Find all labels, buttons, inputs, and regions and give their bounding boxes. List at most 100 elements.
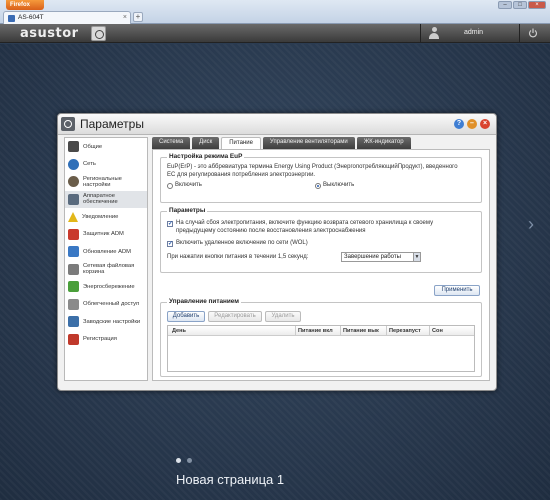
apply-button[interactable]: Применить bbox=[434, 285, 480, 296]
col-sleep[interactable]: Сон bbox=[432, 328, 443, 334]
eup-disable-radio[interactable] bbox=[315, 183, 321, 189]
delete-schedule-button[interactable]: Удалить bbox=[265, 311, 301, 322]
column-divider bbox=[295, 326, 296, 336]
sidebar-item[interactable]: Облегченный доступ bbox=[65, 296, 147, 314]
sidebar-item[interactable]: Энергосбережение bbox=[65, 278, 147, 296]
sidebar-item[interactable]: Сетевая файловая корзина bbox=[65, 261, 147, 279]
column-divider bbox=[386, 326, 387, 336]
chevron-down-icon: ▼ bbox=[413, 253, 420, 261]
browser-tab[interactable]: AS-604T × bbox=[3, 11, 131, 24]
power-schedule-group: Управление питанием Добавить Редактирова… bbox=[160, 298, 482, 377]
window-titlebar[interactable]: Параметры ? – × bbox=[58, 114, 496, 135]
eup-group: Настройка режима EuP EuP(ErP) - это аббр… bbox=[160, 153, 482, 203]
tab-close-icon[interactable]: × bbox=[123, 12, 127, 24]
sidebar-item[interactable]: Сеть bbox=[65, 156, 147, 174]
sidebar-item[interactable]: Общие bbox=[65, 138, 147, 156]
sidebar-item[interactable]: Уведомление bbox=[65, 208, 147, 226]
browser-tab-title: AS-604T bbox=[18, 14, 44, 21]
power-restore-checkbox[interactable]: ✓ bbox=[167, 221, 173, 227]
sidebar-item-label: Уведомление bbox=[82, 213, 119, 220]
sidebar-item-label: Заводские настройки bbox=[83, 318, 141, 325]
window-controls: – □ × bbox=[498, 1, 546, 9]
eup-description: EuP(ErP) - это аббревиатура термина Ener… bbox=[167, 164, 458, 178]
params-group: Параметры ✓ На случай сбоя электропитани… bbox=[160, 207, 482, 273]
page-dot[interactable] bbox=[187, 458, 192, 463]
sidebar-item[interactable]: Защитник ADM bbox=[65, 226, 147, 244]
col-restart[interactable]: Перезапуст bbox=[389, 328, 421, 334]
minimize-window-button[interactable]: – bbox=[467, 119, 477, 129]
col-day[interactable]: День bbox=[172, 328, 186, 334]
next-page-arrow-icon[interactable]: › bbox=[528, 214, 534, 235]
new-tab-button[interactable]: + bbox=[133, 12, 143, 22]
tab[interactable]: Управление вентиляторами bbox=[262, 137, 355, 149]
eup-enable-radio[interactable] bbox=[167, 183, 173, 189]
adm-top-bar: asustor admin bbox=[0, 24, 550, 43]
window-title: Параметры bbox=[80, 117, 144, 131]
tab[interactable]: Система bbox=[152, 137, 191, 149]
sidebar-item-label: Сеть bbox=[83, 161, 96, 168]
settings-gear-icon bbox=[61, 117, 75, 131]
asustor-logo: asustor bbox=[20, 26, 79, 41]
key-icon bbox=[68, 298, 79, 310]
minimize-button[interactable]: – bbox=[498, 1, 512, 9]
power-schedule-title: Управление питанием bbox=[167, 298, 241, 305]
column-divider bbox=[429, 326, 430, 336]
site-favicon-icon bbox=[8, 15, 15, 22]
power-icon[interactable] bbox=[528, 28, 538, 38]
tab[interactable]: Питание bbox=[221, 137, 261, 149]
col-power-off[interactable]: Питание вык bbox=[343, 328, 379, 334]
sidebar-item[interactable]: Аппаратное обеспечение bbox=[65, 190, 147, 208]
sidebar-item-label: Общие bbox=[83, 143, 103, 150]
settings-sidebar: Общие Сеть Региональные настройки Аппаратно… bbox=[64, 137, 148, 381]
add-schedule-button[interactable]: Добавить bbox=[167, 311, 205, 322]
page-dots bbox=[176, 458, 192, 463]
col-power-on[interactable]: Питание вкл bbox=[298, 328, 333, 334]
page-dot[interactable] bbox=[176, 458, 181, 463]
sidebar-item-label: Обновление ADM bbox=[83, 248, 131, 255]
power-button-select[interactable]: Завершение работы ▼ bbox=[341, 252, 421, 262]
user-icon bbox=[429, 27, 439, 39]
eup-disable-label: Выключить bbox=[323, 182, 355, 188]
tab[interactable]: ЖК-индикатор bbox=[356, 137, 411, 149]
leaf-icon bbox=[68, 281, 79, 293]
sidebar-item[interactable]: Заводские настройки bbox=[65, 313, 147, 331]
edit-schedule-button[interactable]: Редактировать bbox=[208, 311, 262, 322]
maximize-button[interactable]: □ bbox=[513, 1, 527, 9]
sidebar-item-label: Регистрация bbox=[83, 336, 117, 343]
sidebar-item[interactable]: Региональные настройки bbox=[65, 173, 147, 191]
close-window-button[interactable]: × bbox=[528, 1, 546, 9]
browser-chrome: Firefox AS-604T × + – □ × bbox=[0, 0, 550, 24]
column-divider bbox=[340, 326, 341, 336]
trash-icon bbox=[68, 263, 79, 275]
sidebar-item-label: Защитник ADM bbox=[83, 231, 124, 238]
help-button[interactable]: ? bbox=[454, 119, 464, 129]
window-buttons: ? – × bbox=[454, 119, 490, 129]
power-button-label: При нажатии кнопки питания в течении 1,5… bbox=[167, 254, 309, 260]
wol-checkbox[interactable]: ✓ bbox=[167, 241, 173, 247]
clock-icon bbox=[68, 176, 79, 188]
schedule-table-header: День Питание вкл Питание вык Перезапуст … bbox=[168, 326, 474, 336]
sidebar-item[interactable]: Регистрация bbox=[65, 331, 147, 349]
general-icon bbox=[68, 141, 79, 153]
sidebar-item-label: Региональные настройки bbox=[83, 175, 122, 188]
shield-icon bbox=[68, 228, 79, 240]
sidebar-item-label: Энергосбережение bbox=[83, 283, 135, 290]
settings-tabs: Система Диск Питание Управление вентилятора… bbox=[152, 137, 411, 149]
upload-icon bbox=[68, 246, 79, 258]
settings-window: Параметры ? – × Общие Сеть Региональные на… bbox=[57, 113, 497, 391]
settings-content: Система Диск Питание Управление вентилятора… bbox=[152, 137, 490, 381]
firefox-menu-button[interactable]: Firefox bbox=[6, 0, 44, 10]
tab[interactable]: Диск bbox=[192, 137, 220, 149]
wol-label: Включить удаленное включение по сети (WO… bbox=[176, 240, 308, 246]
eup-enable-label: Включить bbox=[175, 182, 202, 188]
sidebar-item[interactable]: Обновление ADM bbox=[65, 243, 147, 261]
close-window-button[interactable]: × bbox=[480, 119, 490, 129]
sidebar-item-label: Облегченный доступ bbox=[83, 301, 140, 308]
bar-divider bbox=[519, 24, 520, 43]
eup-group-title: Настройка режима EuP bbox=[167, 153, 245, 160]
reset-icon bbox=[68, 316, 79, 328]
power-restore-label: На случай сбоя электропитания, включите … bbox=[176, 220, 434, 234]
settings-app-icon[interactable] bbox=[91, 26, 106, 41]
username: admin bbox=[464, 29, 484, 36]
power-button-select-value: Завершение работы bbox=[344, 254, 401, 260]
